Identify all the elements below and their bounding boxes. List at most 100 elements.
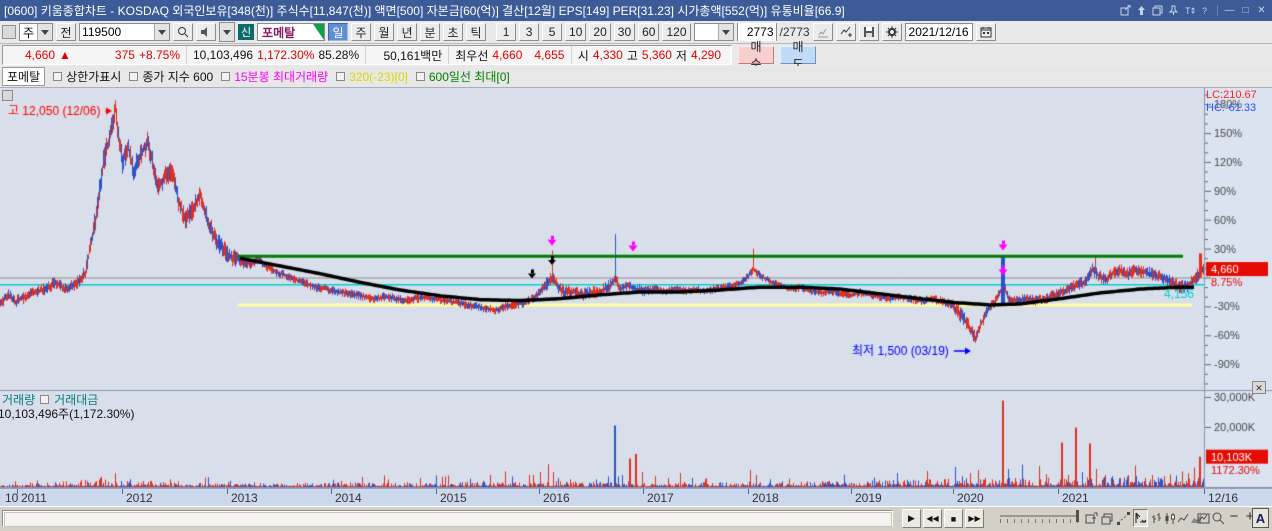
window-title: [0600] 키움종합차트 - KOSDAQ 외국인보유[348(천)] 주식수… [4,2,1119,19]
price-change: 375 [115,48,135,62]
speed-slider[interactable] [1000,515,1078,517]
period-second-button[interactable]: 초 [443,23,463,41]
zoom-tool-icon[interactable] [1210,509,1225,527]
rewind-button[interactable]: ◀◀ [923,509,942,528]
play-button[interactable]: ▶ [902,509,921,528]
x-axis-tick [953,489,954,494]
save-button[interactable] [859,23,879,41]
date-box: 2021/12/16 [905,23,973,41]
chevron-down-icon[interactable] [154,24,169,40]
pin-icon[interactable] [1167,4,1180,17]
x-axis[interactable]: 1020112012201320142015201620172018201920… [0,488,1272,506]
interval-120-button[interactable]: 120 [662,23,690,41]
new-pane-icon[interactable] [1084,509,1099,527]
x-axis-tick [1058,489,1059,494]
settings-gear-button[interactable] [882,23,902,41]
interval-5-button[interactable]: 5 [542,23,562,41]
minimize-button[interactable]: — [1223,4,1236,17]
legend-item-label: 320(-23)[0] [349,70,408,84]
checkbox-icon[interactable] [416,72,425,81]
chevron-down-icon [718,24,733,40]
flag-corner-icon [313,24,324,40]
period-month-button[interactable]: 월 [374,23,394,41]
chart-image-icon[interactable] [1196,509,1211,527]
chart-scrollbar[interactable] [2,510,893,527]
export-window-icon[interactable] [1119,4,1132,17]
interval-3-button[interactable]: 3 [519,23,539,41]
low-label: 저 [676,47,687,64]
price-change-pct: +8.75% [139,48,180,62]
compare-chart-button[interactable] [813,23,833,41]
checkbox-icon[interactable] [336,72,345,81]
volume-rate: 1,172.30% [257,48,314,62]
period-year-button[interactable]: 년 [397,23,417,41]
slider-thumb[interactable] [1076,510,1079,522]
checkbox-icon[interactable] [221,72,230,81]
auto-scale-button[interactable]: A [1252,508,1269,528]
period-minute-button[interactable]: 분 [420,23,440,41]
stop-button[interactable]: ■ [944,509,963,528]
search-button[interactable] [173,23,193,41]
lc-hc-readout: LC:210.67 HC:-61.33 [1206,89,1257,115]
x-axis-label: 2018 [752,491,779,505]
slider-ticks [1000,519,1078,523]
chart-toolbar: 주 전 신 포메탈 일 주 월 년 분 초 틱 1 3 5 10 20 30 6… [0,21,1272,44]
help-icon[interactable]: ? [1199,4,1212,17]
date-value[interactable]: 2021/12/16 [906,25,972,39]
add-indicator-button[interactable] [836,23,856,41]
interval-20-button[interactable]: 20 [589,23,610,41]
period-tick-button[interactable]: 틱 [466,23,486,41]
legend-item-label: 종가 지수 600 [142,68,213,85]
current-price: 4,660 [25,48,55,62]
sell-button[interactable]: 매도 [780,46,816,64]
best-ask: 4,660 [492,48,522,62]
x-axis-label: 2011 [21,491,47,505]
svg-text:T: T [1185,6,1191,16]
chevron-down-icon[interactable] [37,24,52,40]
buy-button[interactable]: 매수 [738,46,774,64]
stock-code-input[interactable] [80,24,154,40]
pane-menu-button[interactable] [2,90,13,101]
x-axis-tick [122,489,123,494]
prev-stock-button[interactable]: 전 [56,23,76,41]
sound-dropdown[interactable] [219,22,235,42]
title-bar[interactable]: [0600] 키움종합차트 - KOSDAQ 외국인보유[348(천)] 주식수… [0,0,1272,21]
upload-icon[interactable] [1135,4,1148,17]
scrollbar-thumb[interactable] [4,512,892,527]
zoom-out-button[interactable]: − [1226,508,1242,525]
market-badge: 신 [238,24,254,40]
checkbox-icon[interactable] [40,395,49,404]
interval-60-button[interactable]: 60 [638,23,659,41]
checkbox-icon[interactable] [53,72,62,81]
pane-close-button[interactable]: ✕ [1252,381,1266,394]
svg-text:?: ? [1202,6,1207,16]
x-axis-tick [227,489,228,494]
sound-button[interactable] [196,23,216,41]
open-price: 4,330 [593,48,623,62]
crosshair-cursor-icon[interactable] [1133,509,1148,527]
quote-bar: 4,660 ▲ 375 +8.75% 10,103,496 1,172.30% … [0,44,1272,66]
copy-window-icon[interactable] [1151,4,1164,17]
stock-name-box[interactable]: 포메탈 [257,23,325,41]
period-week-button[interactable]: 주 [351,23,371,41]
trendline-tool-icon[interactable] [1116,509,1131,527]
interval-1-button[interactable]: 1 [496,23,516,41]
empty-select[interactable] [694,23,734,41]
close-button[interactable]: ✕ [1255,4,1268,17]
menu-icon[interactable] [2,25,16,39]
period-day-button[interactable]: 일 [328,23,348,41]
hc-value: HC:-61.33 [1206,102,1257,115]
font-size-icon[interactable]: T [1183,4,1196,17]
x-axis-tick [643,489,644,494]
calendar-icon[interactable] [976,23,996,41]
fast-forward-button[interactable]: ▶▶ [965,509,984,528]
legend-item-ma600-max: 600일선 최대[0] [416,68,510,85]
checkbox-icon[interactable] [129,72,138,81]
interval-30-button[interactable]: 30 [614,23,635,41]
legend-item-max-volume-15m: 15분봉 최대거래량 [221,68,328,85]
asset-type-select[interactable]: 주 [19,23,53,41]
maximize-button[interactable]: □ [1239,4,1252,17]
main-chart-canvas[interactable] [0,88,1272,488]
cascade-windows-icon[interactable] [1100,509,1115,527]
interval-10-button[interactable]: 10 [565,23,586,41]
